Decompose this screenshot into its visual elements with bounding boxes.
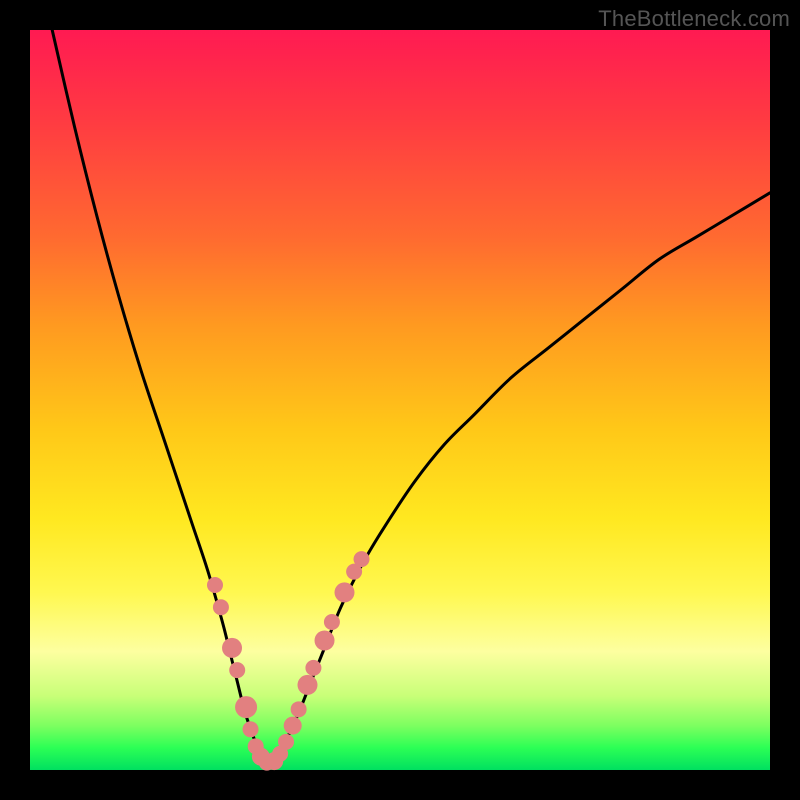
chart-container: TheBottleneck.com bbox=[0, 0, 800, 800]
marker-dot bbox=[222, 638, 242, 658]
plot-area bbox=[30, 30, 770, 770]
marker-dot bbox=[354, 551, 370, 567]
marker-dot bbox=[335, 582, 355, 602]
marker-dot bbox=[291, 701, 307, 717]
marker-dot bbox=[305, 660, 321, 676]
marker-dot bbox=[315, 631, 335, 651]
marker-dot bbox=[298, 675, 318, 695]
right-curve-line bbox=[267, 193, 770, 763]
marker-dot bbox=[278, 734, 294, 750]
marker-dot bbox=[235, 696, 257, 718]
marker-dot bbox=[284, 717, 302, 735]
chart-svg bbox=[30, 30, 770, 770]
watermark-label: TheBottleneck.com bbox=[598, 6, 790, 32]
marker-dot bbox=[213, 599, 229, 615]
marker-dot bbox=[229, 662, 245, 678]
marker-dot bbox=[243, 721, 259, 737]
marker-dot bbox=[207, 577, 223, 593]
marker-dot bbox=[324, 614, 340, 630]
